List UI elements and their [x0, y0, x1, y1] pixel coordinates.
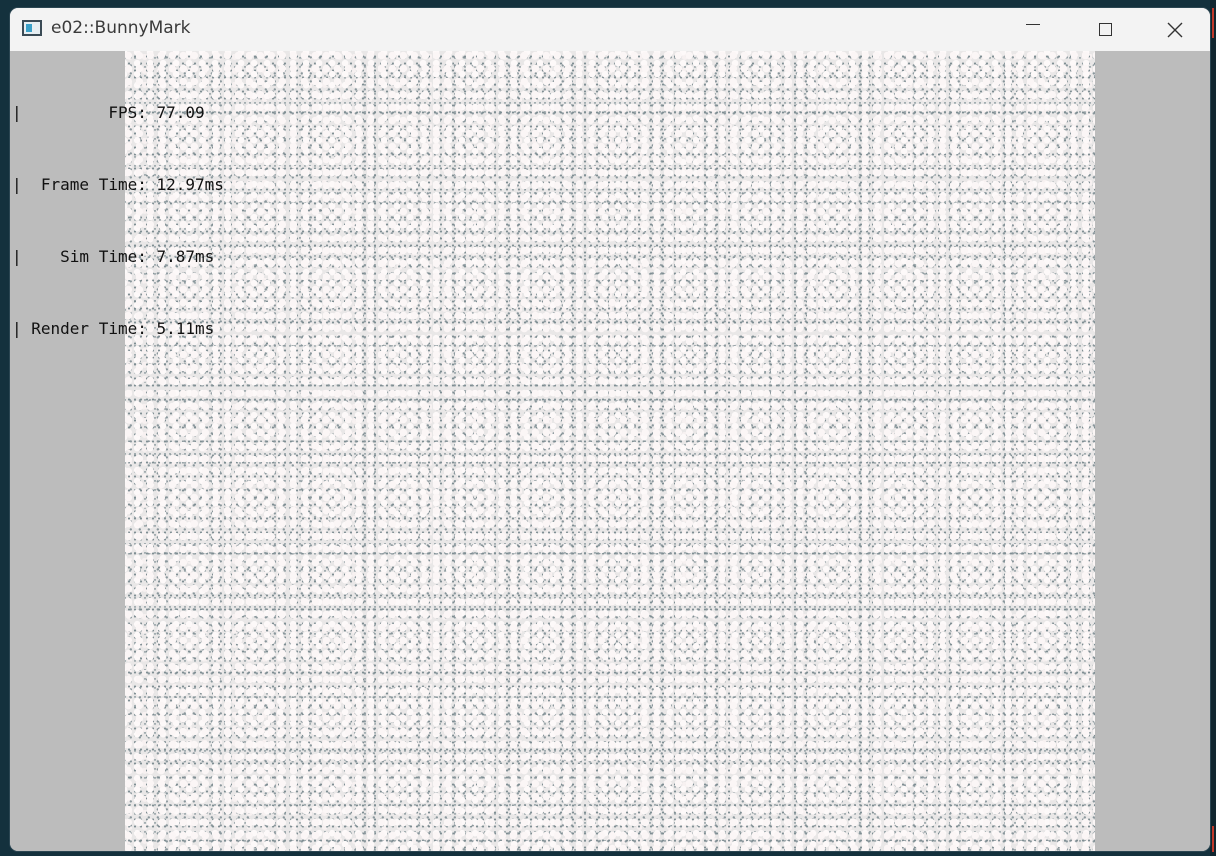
desktop-accent	[1212, 826, 1214, 852]
bunny-field	[125, 51, 1095, 851]
app-icon	[22, 20, 42, 36]
close-button[interactable]	[1140, 8, 1210, 51]
window-title: e02::BunnyMark	[51, 18, 191, 38]
maximize-icon	[1098, 23, 1112, 36]
minimize-button[interactable]	[998, 8, 1068, 51]
desktop-accent	[1212, 8, 1214, 38]
render-time-readout: | Render Time: 5.11ms	[12, 319, 215, 338]
app-window: e02::BunnyMark | FPS: 77.09 | Frame Time…	[10, 8, 1210, 851]
frame-time-readout: | Frame Time: 12.97ms	[12, 175, 224, 194]
minimize-icon	[1026, 23, 1040, 26]
stats-overlay: | FPS: 77.09 | Frame Time: 12.97ms | Sim…	[12, 53, 224, 389]
render-viewport[interactable]: | FPS: 77.09 | Frame Time: 12.97ms | Sim…	[10, 51, 1210, 851]
title-bar[interactable]: e02::BunnyMark	[10, 8, 1210, 51]
desktop-edge	[1210, 0, 1216, 856]
sim-time-readout: | Sim Time: 7.87ms	[12, 247, 215, 266]
fps-readout: | FPS: 77.09	[12, 103, 205, 122]
close-icon	[1167, 22, 1183, 37]
maximize-button[interactable]	[1070, 8, 1140, 51]
